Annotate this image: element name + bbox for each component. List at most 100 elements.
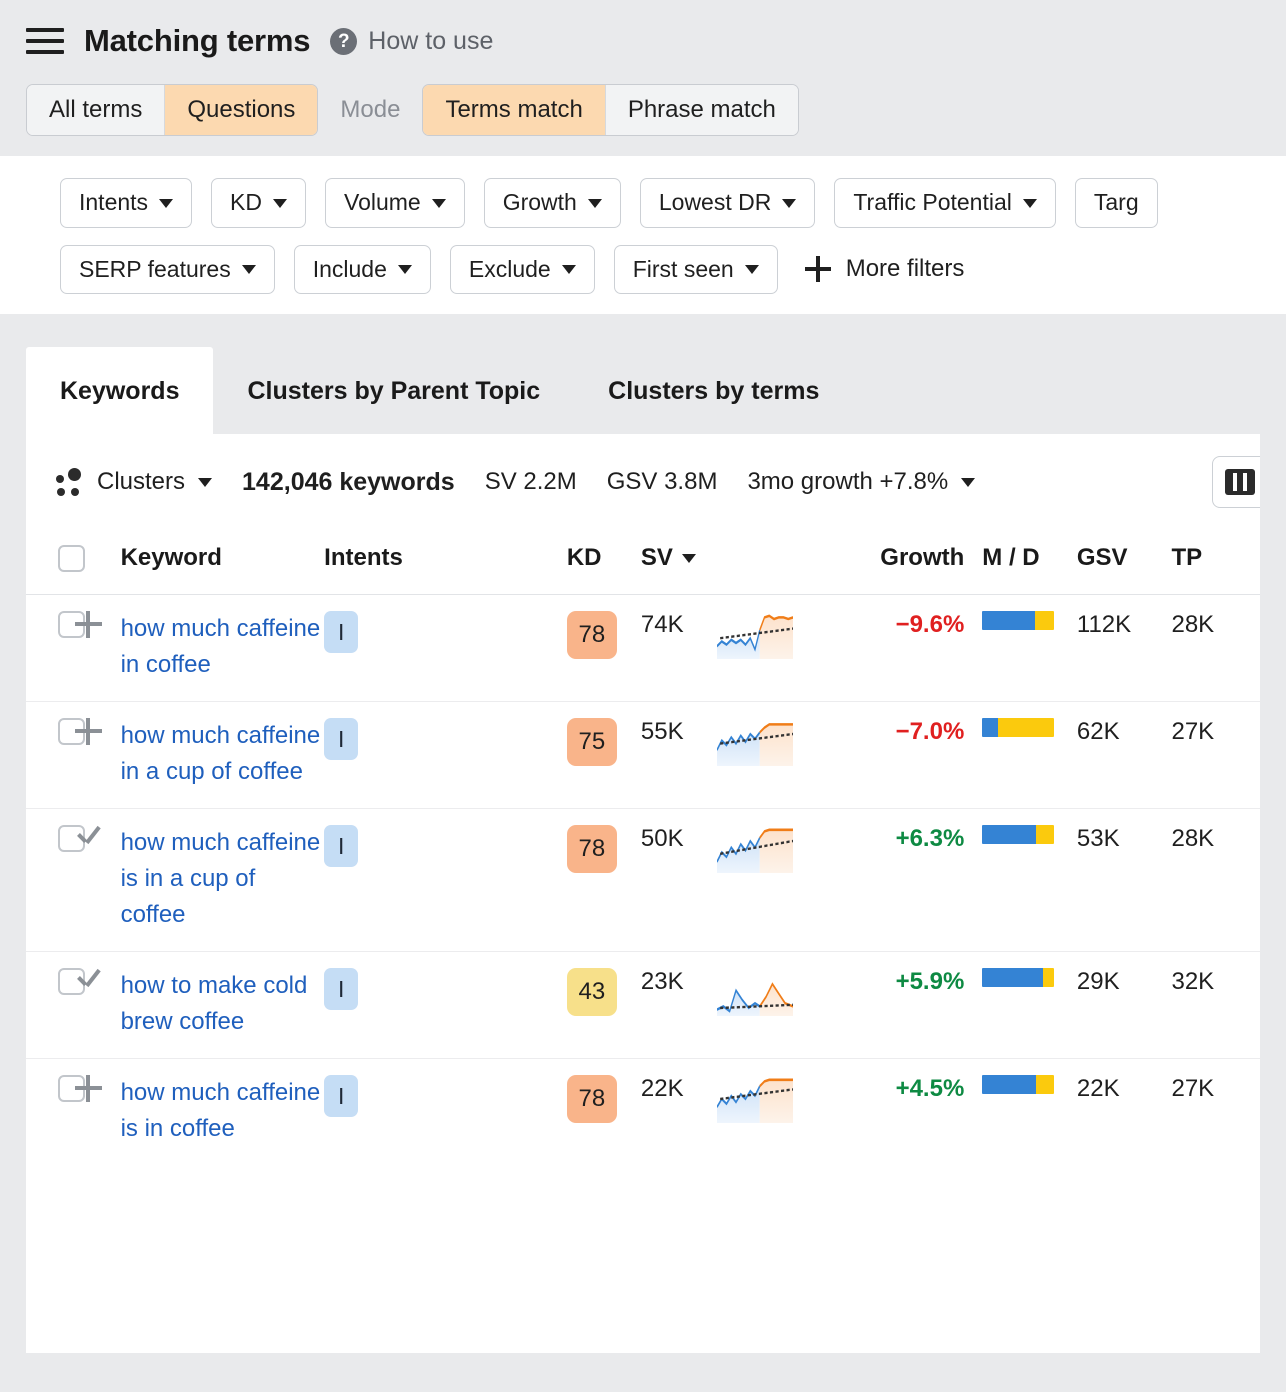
- mobile-desktop-bar: [982, 1075, 1054, 1094]
- stat-sv: SV 2.2M: [485, 468, 577, 496]
- row-add-cell: [75, 595, 120, 702]
- filter-serp-features[interactable]: SERP features: [60, 245, 275, 294]
- md-bar-mobile: [982, 968, 1042, 987]
- table-row: how much caffeine is in coffeeI7822K+4.5…: [26, 1059, 1260, 1166]
- sparkline-chart: [717, 1075, 793, 1123]
- growth-value: +6.3%: [896, 825, 965, 852]
- filters-row-primary: Intents KD Volume Growth Lowest DR Traff…: [60, 178, 1286, 227]
- filter-serp-features-label: SERP features: [79, 257, 231, 282]
- keyword-link[interactable]: how much caffeine in coffee: [121, 611, 325, 683]
- row-keyword-cell: how much caffeine in a cup of coffee: [121, 702, 325, 809]
- columns-settings-button[interactable]: [1212, 456, 1260, 508]
- filter-first-seen-label: First seen: [633, 257, 734, 282]
- header-add-spacer: [75, 530, 120, 595]
- check-icon[interactable]: [75, 825, 103, 852]
- filter-kd[interactable]: KD: [211, 178, 306, 227]
- header-growth[interactable]: Growth: [853, 530, 983, 595]
- keyword-link[interactable]: how to make cold brew coffee: [121, 968, 325, 1040]
- row-keyword-cell: how to make cold brew coffee: [121, 952, 325, 1059]
- row-sv-cell: 23K: [641, 952, 717, 1059]
- filter-include[interactable]: Include: [294, 245, 431, 294]
- header-kd[interactable]: KD: [567, 530, 641, 595]
- row-tp-cell: 32K: [1171, 952, 1260, 1059]
- check-icon[interactable]: [75, 968, 103, 995]
- hamburger-menu-icon[interactable]: [26, 26, 64, 56]
- tab-keywords[interactable]: Keywords: [26, 347, 213, 434]
- header-sv[interactable]: SV: [641, 530, 853, 595]
- filter-target[interactable]: Targ: [1075, 178, 1158, 227]
- row-growth-cell: +5.9%: [853, 952, 983, 1059]
- filter-intents[interactable]: Intents: [60, 178, 192, 227]
- row-sparkline-cell: [717, 1059, 853, 1166]
- row-intents-cell: I: [324, 1059, 567, 1166]
- row-tp-cell: 27K: [1171, 702, 1260, 809]
- chevron-down-icon: [1023, 199, 1037, 208]
- mobile-desktop-bar: [982, 718, 1054, 737]
- chevron-down-icon: [432, 199, 446, 208]
- row-sparkline-cell: [717, 809, 853, 952]
- segment-questions[interactable]: Questions: [164, 85, 317, 135]
- tab-clusters-by-parent-topic[interactable]: Clusters by Parent Topic: [213, 347, 574, 434]
- row-tp-cell: 28K: [1171, 809, 1260, 952]
- header-tp[interactable]: TP: [1171, 530, 1260, 595]
- filter-growth[interactable]: Growth: [484, 178, 621, 227]
- filter-traffic-potential-label: Traffic Potential: [853, 190, 1012, 215]
- keyword-link[interactable]: how much caffeine is in a cup of coffee: [121, 825, 325, 933]
- row-gsv-cell: 29K: [1077, 952, 1172, 1059]
- segment-all-terms[interactable]: All terms: [27, 85, 164, 135]
- segment-phrase-match[interactable]: Phrase match: [605, 85, 798, 135]
- row-growth-cell: −7.0%: [853, 702, 983, 809]
- md-bar-mobile: [982, 1075, 1035, 1094]
- filter-volume[interactable]: Volume: [325, 178, 465, 227]
- keywords-count: 142,046 keywords: [242, 468, 455, 497]
- sv-value: 55K: [641, 718, 684, 745]
- header-keyword[interactable]: Keyword: [121, 530, 325, 595]
- header-intents[interactable]: Intents: [324, 530, 567, 595]
- row-sv-cell: 55K: [641, 702, 717, 809]
- keyword-link[interactable]: how much caffeine in a cup of coffee: [121, 718, 325, 790]
- tab-clusters-by-terms[interactable]: Clusters by terms: [574, 347, 853, 434]
- kd-badge: 78: [567, 825, 617, 873]
- filter-exclude[interactable]: Exclude: [450, 245, 595, 294]
- row-gsv-cell: 53K: [1077, 809, 1172, 952]
- filter-lowest-dr[interactable]: Lowest DR: [640, 178, 815, 227]
- md-bar-desktop: [1036, 825, 1055, 844]
- sparkline-chart: [717, 718, 793, 766]
- row-kd-cell: 43: [567, 952, 641, 1059]
- row-md-cell: [982, 809, 1077, 952]
- question-mark-icon: ?: [330, 28, 357, 55]
- keyword-link[interactable]: how much caffeine is in coffee: [121, 1075, 325, 1147]
- intent-badge[interactable]: I: [324, 1075, 358, 1117]
- intent-badge[interactable]: I: [324, 611, 358, 653]
- row-select-cell: [26, 702, 75, 809]
- row-intents-cell: I: [324, 809, 567, 952]
- row-sv-cell: 22K: [641, 1059, 717, 1166]
- stat-3mo-growth[interactable]: 3mo growth +7.8%: [747, 468, 948, 496]
- more-filters-button[interactable]: More filters: [805, 255, 965, 283]
- header-md[interactable]: M / D: [982, 530, 1077, 595]
- chevron-down-icon: [198, 478, 212, 487]
- segmented-controls-row: All terms Questions Mode Terms match Phr…: [26, 84, 1286, 136]
- tp-value: 28K: [1171, 825, 1214, 852]
- header-gsv[interactable]: GSV: [1077, 530, 1172, 595]
- plus-icon: [805, 256, 831, 282]
- chevron-down-icon[interactable]: [961, 478, 975, 487]
- table-header-row: Keyword Intents KD SV Growth M / D GSV T…: [26, 530, 1260, 595]
- keywords-table: Keyword Intents KD SV Growth M / D GSV T…: [26, 530, 1260, 1165]
- clusters-dropdown[interactable]: Clusters: [54, 467, 212, 497]
- filter-traffic-potential[interactable]: Traffic Potential: [834, 178, 1056, 227]
- filter-include-label: Include: [313, 257, 387, 282]
- intent-badge[interactable]: I: [324, 968, 358, 1010]
- table-row: how much caffeine in coffeeI7874K−9.6%11…: [26, 595, 1260, 702]
- mobile-desktop-bar: [982, 611, 1054, 630]
- table-row: how much caffeine in a cup of coffeeI755…: [26, 702, 1260, 809]
- tp-value: 32K: [1171, 968, 1214, 995]
- intent-badge[interactable]: I: [324, 718, 358, 760]
- intent-badge[interactable]: I: [324, 825, 358, 867]
- filter-first-seen[interactable]: First seen: [614, 245, 778, 294]
- row-gsv-cell: 62K: [1077, 702, 1172, 809]
- how-to-use-link[interactable]: ? How to use: [330, 27, 493, 56]
- table-row: how to make cold brew coffeeI 4323K +5.9% 2…: [26, 952, 1260, 1059]
- filter-target-label: Targ: [1094, 190, 1139, 215]
- segment-terms-match[interactable]: Terms match: [423, 85, 604, 135]
